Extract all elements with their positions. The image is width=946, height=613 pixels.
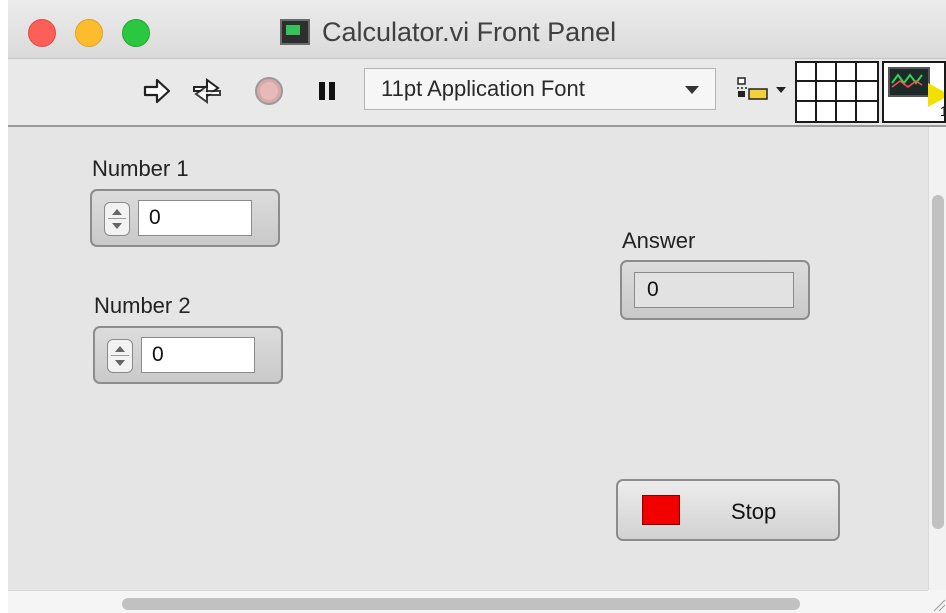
font-select[interactable]: 11pt Application Font: [364, 68, 716, 110]
chevron-down-icon: [685, 86, 699, 94]
number1-label: Number 1: [92, 156, 189, 181]
number1-increment-decrement[interactable]: [104, 202, 130, 236]
window-title: Calculator.vi Front Panel: [322, 16, 617, 47]
connector-pane-label: 1: [940, 103, 944, 119]
align-objects-icon: [737, 77, 786, 100]
front-panel-window: Calculator.vi Front Panel 11pt Applicati…: [8, 0, 946, 613]
answer-indicator: 0: [620, 260, 810, 320]
pause-icon: [319, 82, 335, 100]
number2-increment-decrement[interactable]: [107, 339, 133, 373]
number2-label: Number 2: [94, 293, 191, 318]
vertical-scrollbar[interactable]: [928, 127, 946, 590]
resize-grip-icon: [933, 599, 946, 612]
abort-execution-button[interactable]: [250, 72, 288, 110]
horizontal-scroll-thumb[interactable]: [122, 598, 800, 610]
waveform-screen-icon: [888, 67, 930, 97]
number2-input[interactable]: 0: [141, 337, 255, 373]
minimize-window-button[interactable]: [75, 19, 103, 47]
stop-led-indicator: [642, 495, 680, 525]
answer-value: 0: [634, 272, 794, 308]
pause-button[interactable]: [308, 72, 346, 110]
vertical-scroll-thumb[interactable]: [932, 195, 944, 529]
run-continuously-button[interactable]: [188, 72, 226, 110]
maximize-window-button[interactable]: [122, 19, 150, 47]
stop-button-label: Stop: [731, 499, 777, 524]
abort-icon: [255, 77, 283, 105]
stop-button[interactable]: Stop: [616, 479, 840, 541]
connector-pane-grid[interactable]: [795, 61, 879, 123]
horizontal-scrollbar[interactable]: [8, 590, 928, 613]
number1-control: 0: [90, 189, 280, 247]
number2-control: 0: [93, 326, 283, 384]
answer-label: Answer: [622, 228, 696, 253]
window-title-group: Calculator.vi Front Panel: [280, 16, 616, 48]
run-continuously-icon: [193, 78, 221, 104]
vi-connector-icon[interactable]: 1: [882, 61, 946, 123]
resize-grip[interactable]: [928, 590, 946, 613]
align-objects-button[interactable]: [736, 76, 790, 104]
run-button[interactable]: [138, 72, 176, 110]
toolbar: 11pt Application Font: [8, 59, 946, 127]
close-window-button[interactable]: [28, 19, 56, 47]
font-select-value: 11pt Application Font: [381, 76, 585, 101]
title-bar[interactable]: Calculator.vi Front Panel: [8, 0, 946, 59]
vi-icon: [280, 19, 310, 45]
number1-input[interactable]: 0: [138, 200, 252, 236]
run-arrow-icon: [143, 78, 171, 104]
